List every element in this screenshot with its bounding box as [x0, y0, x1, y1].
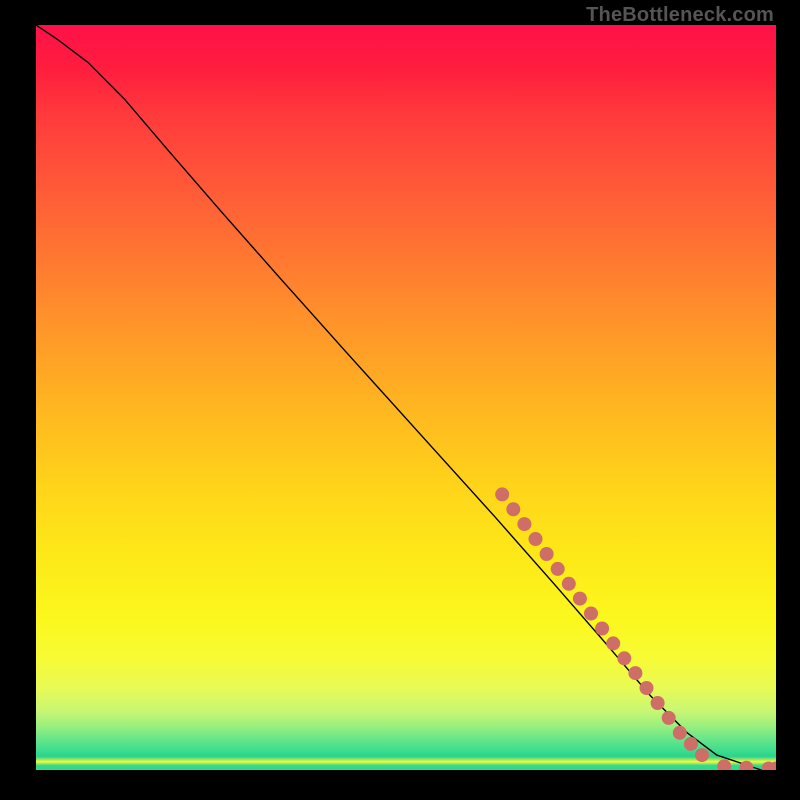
data-point — [551, 562, 565, 576]
data-point — [495, 487, 509, 501]
data-point — [617, 651, 631, 665]
data-point — [540, 547, 554, 561]
data-point — [651, 696, 665, 710]
data-point — [562, 577, 576, 591]
watermark-text: TheBottleneck.com — [586, 4, 774, 27]
data-point — [517, 517, 531, 531]
data-point — [717, 759, 731, 770]
data-point — [584, 607, 598, 621]
data-points — [495, 487, 776, 770]
data-point — [628, 666, 642, 680]
plot-area — [36, 25, 776, 770]
data-point — [662, 711, 676, 725]
data-point — [595, 622, 609, 636]
data-point — [506, 502, 520, 516]
data-point — [695, 748, 709, 762]
chart-stage: TheBottleneck.com — [0, 0, 800, 800]
data-point — [684, 737, 698, 751]
data-point — [673, 726, 687, 740]
data-point — [606, 636, 620, 650]
data-point — [573, 592, 587, 606]
curve-line — [36, 25, 776, 770]
data-point — [529, 532, 543, 546]
data-point — [739, 761, 753, 770]
data-point — [640, 681, 654, 695]
chart-overlay — [36, 25, 776, 770]
